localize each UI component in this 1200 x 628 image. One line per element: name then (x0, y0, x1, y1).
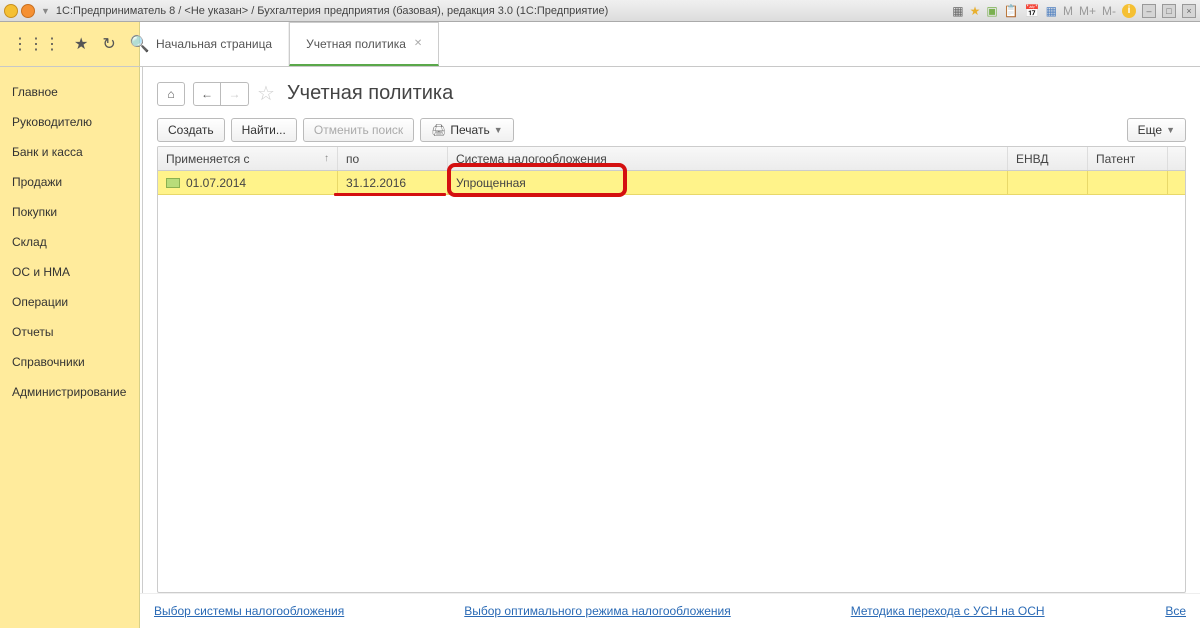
sidebar-item-reports[interactable]: Отчеты (0, 317, 139, 347)
tab-accounting-policy[interactable]: Учетная политика ✕ (289, 22, 439, 66)
content-area: ⌂ ← → ☆ Учетная политика Создать Найти..… (140, 67, 1200, 628)
sidebar-item-purchases[interactable]: Покупки (0, 197, 139, 227)
info-icon[interactable]: i (1122, 4, 1136, 18)
nav-tabs: Начальная страница Учетная политика ✕ (140, 22, 439, 66)
memory-m-button[interactable]: M (1063, 4, 1073, 18)
maximize-button[interactable]: □ (1162, 4, 1176, 18)
app-icon-secondary (21, 4, 35, 18)
th-tax-system[interactable]: Система налогообложения (448, 147, 1008, 170)
link-optimal-tax[interactable]: Выбор оптимального режима налогообложени… (464, 604, 730, 618)
row-icon (166, 178, 180, 188)
sidebar-item-admin[interactable]: Администрирование (0, 377, 139, 407)
tab-home[interactable]: Начальная страница (140, 22, 289, 66)
dropdown-icon[interactable]: ▼ (41, 6, 50, 16)
nav-row: ⋮⋮⋮ ★ ↻ 🔍 Начальная страница Учетная пол… (0, 22, 1200, 67)
sidebar-item-manager[interactable]: Руководителю (0, 107, 139, 137)
calendar-icon[interactable]: 📅 (1025, 4, 1040, 18)
cancel-search-button[interactable]: Отменить поиск (303, 118, 414, 142)
favorite-star-icon[interactable]: ☆ (257, 81, 275, 106)
data-table: Применяется с ↑ по Система налогообложен… (157, 146, 1186, 593)
content-inner: ⌂ ← → ☆ Учетная политика Создать Найти..… (142, 67, 1200, 593)
sort-asc-icon: ↑ (324, 153, 329, 164)
star-nav-icon[interactable]: ★ (74, 34, 88, 54)
cell-patent (1088, 171, 1168, 194)
link-all[interactable]: Все (1165, 604, 1186, 618)
close-button[interactable]: × (1182, 4, 1196, 18)
th-applies-from[interactable]: Применяется с ↑ (158, 147, 338, 170)
page-title: Учетная политика (287, 82, 453, 105)
sidebar-item-main[interactable]: Главное (0, 77, 139, 107)
th-patent[interactable]: Патент (1088, 147, 1168, 170)
calc-icon[interactable]: ▦ (1046, 4, 1057, 18)
grid-icon[interactable]: ⋮⋮⋮ (12, 34, 60, 54)
minimize-button[interactable]: – (1142, 4, 1156, 18)
more-label: Еще (1138, 123, 1162, 137)
cell-applies-from: 01.07.2014 (158, 171, 338, 194)
sidebar-item-assets[interactable]: ОС и НМА (0, 257, 139, 287)
title-app-icons: ▼ (4, 4, 50, 18)
nav-back-forward: ← → (193, 82, 249, 106)
link-tax-system-choice[interactable]: Выбор системы налогообложения (154, 604, 344, 618)
sidebar-item-directories[interactable]: Справочники (0, 347, 139, 377)
toolbar: Создать Найти... Отменить поиск 🖨 Печать… (157, 118, 1186, 142)
cell-to: 31.12.2016 (338, 171, 448, 194)
memory-mminus-button[interactable]: M- (1102, 4, 1116, 18)
forward-button[interactable]: → (221, 82, 249, 106)
sidebar-item-bank[interactable]: Банк и касса (0, 137, 139, 167)
title-icon-generic[interactable]: ▣ (986, 4, 997, 18)
sidebar-item-sales[interactable]: Продажи (0, 167, 139, 197)
tab-label: Начальная страница (156, 37, 272, 51)
title-icon-generic[interactable]: ▦ (952, 4, 963, 18)
table-header: Применяется с ↑ по Система налогообложен… (158, 147, 1185, 171)
cell-tax-system: Упрощенная (448, 171, 1008, 194)
star-icon[interactable]: ★ (970, 4, 981, 18)
main-layout: Главное Руководителю Банк и касса Продаж… (0, 67, 1200, 628)
printer-icon: 🖨 (431, 123, 446, 137)
print-button[interactable]: 🖨 Печать ▼ (420, 118, 513, 142)
title-right-icons: ▦ ★ ▣ 📋 📅 ▦ M M+ M- i – □ × (952, 4, 1196, 18)
chevron-down-icon: ▼ (1166, 125, 1175, 135)
titlebar: ▼ 1С:Предприниматель 8 / <Не указан> / Б… (0, 0, 1200, 22)
print-label: Печать (450, 123, 489, 137)
chevron-down-icon: ▼ (494, 125, 503, 135)
th-envd[interactable]: ЕНВД (1008, 147, 1088, 170)
app-icon-1c (4, 4, 18, 18)
find-button[interactable]: Найти... (231, 118, 297, 142)
sidebar-item-warehouse[interactable]: Склад (0, 227, 139, 257)
page-header: ⌂ ← → ☆ Учетная политика (157, 81, 1186, 106)
home-button[interactable]: ⌂ (157, 82, 185, 106)
memory-mplus-button[interactable]: M+ (1079, 4, 1096, 18)
tab-label: Учетная политика (306, 37, 406, 51)
calendar-icon[interactable]: 📋 (1004, 4, 1019, 18)
close-tab-icon[interactable]: ✕ (414, 38, 422, 49)
footer-links: Выбор системы налогообложения Выбор опти… (140, 593, 1200, 628)
nav-icon-bar: ⋮⋮⋮ ★ ↻ 🔍 (0, 22, 140, 66)
th-to[interactable]: по (338, 147, 448, 170)
table-row[interactable]: 01.07.2014 31.12.2016 Упрощенная (158, 171, 1185, 195)
cell-envd (1008, 171, 1088, 194)
sidebar: Главное Руководителю Банк и касса Продаж… (0, 67, 140, 628)
back-button[interactable]: ← (193, 82, 221, 106)
link-usn-to-osn[interactable]: Методика перехода с УСН на ОСН (851, 604, 1045, 618)
more-button[interactable]: Еще ▼ (1127, 118, 1186, 142)
sidebar-item-operations[interactable]: Операции (0, 287, 139, 317)
create-button[interactable]: Создать (157, 118, 225, 142)
window-title: 1С:Предприниматель 8 / <Не указан> / Бух… (56, 5, 952, 17)
history-icon[interactable]: ↻ (102, 34, 115, 54)
